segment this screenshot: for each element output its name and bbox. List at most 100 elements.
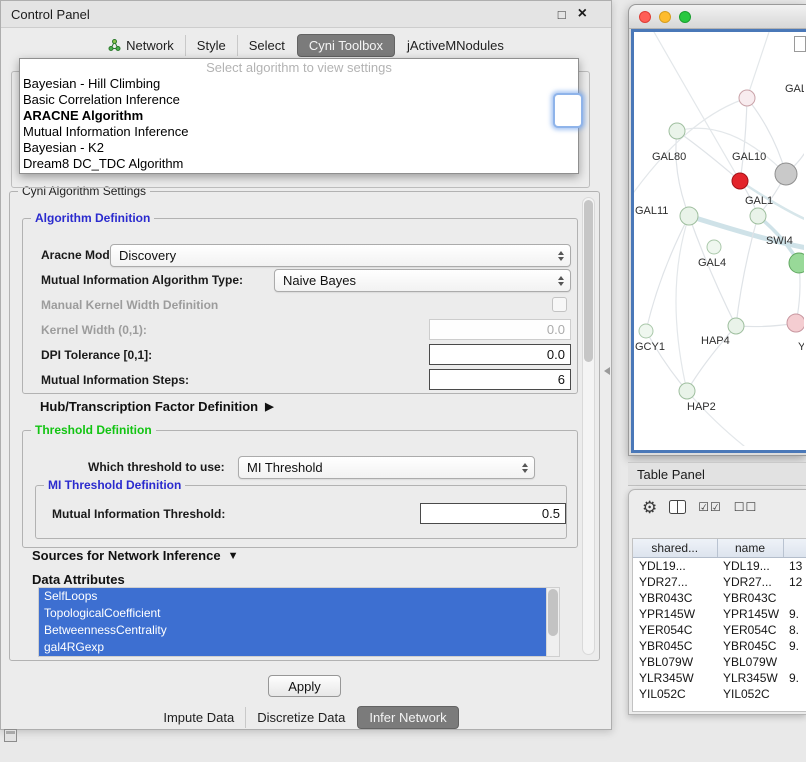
table-cell[interactable]: YBR045C (717, 638, 783, 654)
table-cell[interactable]: YIL052C (717, 686, 783, 702)
table-cell[interactable]: 13 (783, 558, 806, 575)
network-node[interactable] (639, 324, 653, 338)
network-node[interactable] (728, 318, 744, 334)
deselect-all-icon[interactable]: ☐☐ (734, 501, 758, 513)
table-cell[interactable] (783, 590, 806, 606)
tab-network[interactable]: Network (97, 35, 185, 56)
aracne-mode-select[interactable]: Discovery (110, 244, 571, 267)
table-cell[interactable]: 9. (783, 670, 806, 686)
table-cell[interactable]: YDR27... (633, 574, 717, 590)
table-cell[interactable]: YLR345W (717, 670, 783, 686)
canvas-scrollbar-fragment[interactable] (794, 36, 806, 52)
attribute-item-selected[interactable]: BetweennessCentrality (39, 622, 547, 639)
dpi-tolerance-input[interactable] (429, 344, 571, 365)
attribute-item-selected[interactable]: TopologicalCoefficient (39, 605, 547, 622)
float-window-icon[interactable]: □ (558, 8, 566, 21)
network-node[interactable] (679, 383, 695, 399)
table-row[interactable]: YPR145WYPR145W9. (633, 606, 806, 622)
table-cell[interactable]: YBL079W (633, 654, 717, 670)
table-row[interactable]: YDR27...YDR27...12 (633, 574, 806, 590)
table-row[interactable]: YBR045CYBR045C9. (633, 638, 806, 654)
table-cell[interactable] (783, 686, 806, 702)
panel-splitter-handle[interactable] (604, 367, 610, 375)
attribute-item-selected[interactable]: gal4RGexp (39, 639, 547, 656)
close-window-icon[interactable]: × (578, 6, 587, 22)
network-node[interactable] (750, 208, 766, 224)
select-all-icon[interactable]: ☑☑ (698, 501, 722, 513)
gear-icon[interactable]: ⚙ (642, 499, 657, 516)
table-cell[interactable]: YDL19... (717, 558, 783, 575)
collapsed-arrow-icon[interactable]: ▶ (265, 402, 273, 413)
network-edge[interactable] (689, 216, 736, 326)
tab-infer-network[interactable]: Infer Network (357, 706, 458, 729)
network-node[interactable] (787, 314, 804, 332)
network-edge[interactable] (676, 131, 689, 216)
tab-cyni-toolbox[interactable]: Cyni Toolbox (297, 34, 395, 57)
table-row[interactable]: YLR345WYLR345W9. (633, 670, 806, 686)
algorithm-option[interactable]: Bayesian - Hill Climbing (20, 76, 578, 92)
mi-algorithm-type-select[interactable]: Naive Bayes (274, 269, 571, 292)
table-cell[interactable]: YLR345W (633, 670, 717, 686)
apply-button[interactable]: Apply (268, 675, 341, 697)
network-edge[interactable] (634, 98, 747, 192)
table-cell[interactable]: YBR045C (633, 638, 717, 654)
table-cell[interactable]: YDL19... (633, 558, 717, 575)
table-row[interactable]: YBR043CYBR043C (633, 590, 806, 606)
table-row[interactable]: YBL079WYBL079W (633, 654, 806, 670)
docked-panel-icon[interactable] (4, 729, 17, 742)
table-cell[interactable] (783, 654, 806, 670)
hub-definition-section[interactable]: Hub/Transcription Factor Definition ▶ (40, 398, 274, 416)
table-cell[interactable]: YER054C (633, 622, 717, 638)
network-edge[interactable] (646, 216, 689, 331)
close-traffic-light-icon[interactable] (639, 11, 651, 23)
table-cell[interactable]: 9. (783, 638, 806, 654)
kernel-width-input[interactable] (429, 319, 571, 340)
network-edge[interactable] (687, 391, 744, 446)
scrollbar-thumb[interactable] (584, 200, 593, 362)
tab-style[interactable]: Style (185, 35, 237, 56)
network-node[interactable] (680, 207, 698, 225)
network-node[interactable] (789, 253, 804, 273)
table-cell[interactable]: YBR043C (633, 590, 717, 606)
column-header-partial[interactable] (783, 539, 806, 558)
tab-discretize-data[interactable]: Discretize Data (245, 707, 356, 728)
table-cell[interactable]: YIL052C (633, 686, 717, 702)
algorithm-option-selected[interactable]: ARACNE Algorithm (20, 108, 578, 124)
table-row[interactable]: YER054CYER054C8. (633, 622, 806, 638)
columns-icon[interactable] (669, 500, 686, 514)
algorithm-option[interactable]: Basic Correlation Inference (20, 92, 578, 108)
mi-threshold-input[interactable] (420, 503, 566, 524)
table-cell[interactable]: YBR043C (717, 590, 783, 606)
minimize-traffic-light-icon[interactable] (659, 11, 671, 23)
network-node-red[interactable] (732, 173, 748, 189)
column-header-shared-name[interactable]: shared... (633, 539, 717, 558)
algorithm-option[interactable]: Bayesian - K2 (20, 140, 578, 156)
network-node[interactable] (739, 90, 755, 106)
zoom-traffic-light-icon[interactable] (679, 11, 691, 23)
table-cell[interactable]: YBL079W (717, 654, 783, 670)
attribute-item-selected[interactable]: SelfLoops (39, 588, 547, 605)
scrollbar-thumb[interactable] (548, 589, 558, 636)
network-node[interactable] (775, 163, 797, 185)
manual-kernel-width-checkbox[interactable] (552, 297, 567, 312)
table-cell[interactable]: 12 (783, 574, 806, 590)
algorithm-option[interactable]: Dream8 DC_TDC Algorithm (20, 156, 578, 172)
network-edge[interactable] (677, 131, 740, 181)
network-node[interactable] (707, 240, 721, 254)
expanded-arrow-icon[interactable]: ▼ (228, 551, 239, 562)
algorithm-option[interactable]: Mutual Information Inference (20, 124, 578, 140)
settings-scrollbar[interactable] (582, 197, 595, 655)
table-cell[interactable]: YPR145W (717, 606, 783, 622)
column-header-name[interactable]: name (717, 539, 783, 558)
tab-impute-data[interactable]: Impute Data (152, 707, 245, 728)
tab-select[interactable]: Select (237, 35, 296, 56)
network-edge[interactable] (747, 32, 769, 98)
table-cell[interactable]: 9. (783, 606, 806, 622)
which-threshold-select[interactable]: MI Threshold (238, 456, 535, 479)
attribute-list-scrollbar[interactable] (546, 588, 559, 656)
table-row[interactable]: YIL052CYIL052C (633, 686, 806, 702)
mi-steps-input[interactable] (429, 369, 571, 390)
network-canvas[interactable]: GAL80 GAL10 GAL1 GAL11 SWI4 GAL4 GCY1 HA… (631, 29, 806, 453)
table-cell[interactable]: YDR27... (717, 574, 783, 590)
table-cell[interactable]: YER054C (717, 622, 783, 638)
